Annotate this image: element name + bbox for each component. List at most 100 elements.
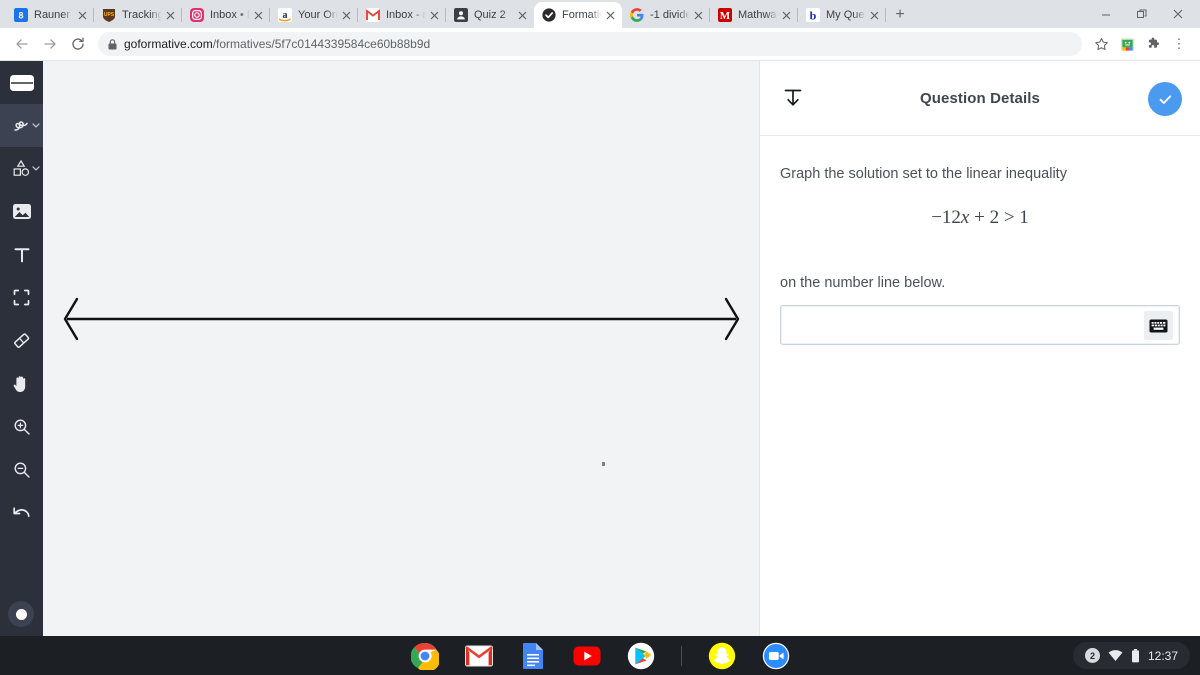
zoom-out-tool[interactable] <box>0 448 43 491</box>
bookmark-star-icon[interactable] <box>1088 31 1114 57</box>
play-store-app-icon[interactable] <box>627 642 655 675</box>
notification-count-badge[interactable]: 2 <box>1084 648 1100 663</box>
tab-title: Rauner Co <box>34 9 74 21</box>
new-tab-button[interactable]: + <box>886 2 914 28</box>
equation-rhs: 1 <box>1019 207 1029 229</box>
svg-text:a: a <box>283 10 288 21</box>
tab-title: Formative <box>562 9 602 21</box>
browser-tab[interactable]: Quiz 2 <box>446 2 534 28</box>
chevron-down-icon <box>32 164 40 173</box>
clock: 12:37 <box>1147 648 1178 663</box>
browser-tab[interactable]: M Mathway <box>710 2 798 28</box>
equation-coefficient: −12 <box>931 207 961 229</box>
maximize-window-button[interactable] <box>1124 0 1160 28</box>
tab-title: Your Orde <box>298 9 338 21</box>
forward-button[interactable] <box>36 30 64 58</box>
chrome-menu-icon[interactable]: ⋮ <box>1166 31 1192 57</box>
wifi-icon <box>1108 649 1123 662</box>
svg-text:M: M <box>720 10 731 22</box>
instagram-icon <box>190 8 204 22</box>
formative-icon <box>542 8 556 22</box>
question-panel-header: Question Details <box>760 61 1200 136</box>
browser-tab[interactable]: b My Questi <box>798 2 886 28</box>
submit-answer-button[interactable] <box>1148 82 1182 116</box>
question-details-panel: Question Details Graph the solution set … <box>760 61 1200 636</box>
close-tab-button[interactable] <box>250 7 266 23</box>
question-prompt-line-1: Graph the solution set to the linear ine… <box>780 166 1067 182</box>
undo-tool[interactable] <box>0 491 43 534</box>
number-line <box>63 297 740 341</box>
close-tab-button[interactable] <box>602 7 618 23</box>
chevron-down-icon <box>32 121 40 130</box>
collapse-down-icon[interactable] <box>780 85 806 111</box>
select-tool[interactable] <box>0 276 43 319</box>
browser-tab[interactable]: Formative <box>534 2 622 28</box>
mathway-icon: M <box>718 8 732 22</box>
answer-input-wrapper[interactable] <box>780 305 1180 346</box>
close-tab-button[interactable] <box>426 7 442 23</box>
close-tab-button[interactable] <box>778 7 794 23</box>
image-tool[interactable] <box>0 190 43 233</box>
tab-title: Quiz 2 <box>474 9 506 21</box>
gmail-icon <box>366 8 380 22</box>
equation-constant: 2 <box>989 207 1000 229</box>
snapchat-app-icon[interactable] <box>708 642 736 675</box>
close-tab-button[interactable] <box>74 7 90 23</box>
pan-hand-tool[interactable] <box>0 362 43 405</box>
text-tool[interactable] <box>0 233 43 276</box>
chromebook-screen: 8 Rauner Co UPS Tracking | Inbox • Di a Your O… <box>0 0 1200 675</box>
browser-tab[interactable]: 8 Rauner Co <box>6 2 94 28</box>
svg-text:UPS: UPS <box>104 12 115 18</box>
minimize-window-button[interactable] <box>1088 0 1124 28</box>
page-content: Question Details Graph the solution set … <box>0 61 1200 636</box>
close-tab-button[interactable] <box>690 7 706 23</box>
shelf-app-list <box>0 636 1200 675</box>
schoology-icon: 8 <box>14 8 28 22</box>
amazon-icon: a <box>278 8 292 22</box>
lock-icon <box>108 38 117 50</box>
browser-tab[interactable]: Inbox • Di <box>182 2 270 28</box>
url-domain: goformative.com <box>124 37 213 51</box>
close-tab-button[interactable] <box>338 7 354 23</box>
answer-input[interactable] <box>781 306 1179 345</box>
battery-icon <box>1131 648 1140 663</box>
chrome-app-icon[interactable] <box>410 642 439 675</box>
back-button[interactable] <box>8 30 36 58</box>
browser-tab[interactable]: -1 divided <box>622 2 710 28</box>
quiz-icon <box>454 8 468 22</box>
zoom-in-tool[interactable] <box>0 405 43 448</box>
close-tab-button[interactable] <box>514 7 530 23</box>
question-equation: −12x + 2 > 1 <box>780 207 1180 229</box>
math-keyboard-button[interactable] <box>1144 311 1173 341</box>
youtube-app-icon[interactable] <box>573 642 601 675</box>
close-tab-button[interactable] <box>162 7 178 23</box>
eraser-block-tool[interactable] <box>0 61 43 104</box>
browser-tab[interactable]: a Your Orde <box>270 2 358 28</box>
system-tray[interactable]: 2 12:37 <box>1072 642 1190 669</box>
reload-button[interactable] <box>64 30 92 58</box>
pen-tool[interactable] <box>0 104 43 147</box>
browser-tab-strip: 8 Rauner Co UPS Tracking | Inbox • Di a Your O… <box>0 0 1200 28</box>
close-tab-button[interactable] <box>866 7 882 23</box>
extension-green-icon[interactable] <box>1114 31 1140 57</box>
drawing-toolbar <box>0 61 43 636</box>
question-prompt-line-2: on the number line below. <box>780 275 946 292</box>
shelf-divider <box>680 645 682 666</box>
browser-toolbar: goformative.com/formatives/5f7c014433958… <box>0 28 1200 61</box>
equation-plus: + <box>974 207 985 229</box>
shapes-tool[interactable] <box>0 147 43 190</box>
canvas-cursor-dot <box>602 462 605 466</box>
close-window-button[interactable] <box>1160 0 1196 28</box>
extensions-puzzle-icon[interactable] <box>1140 31 1166 57</box>
svg-text:b: b <box>810 9 817 23</box>
eraser-tool[interactable] <box>0 319 43 362</box>
browser-tab[interactable]: Inbox - rb <box>358 2 446 28</box>
address-bar[interactable]: goformative.com/formatives/5f7c014433958… <box>98 32 1082 56</box>
equation-variable: x <box>960 207 970 229</box>
browser-tab[interactable]: UPS Tracking | <box>94 2 182 28</box>
zoom-app-icon[interactable] <box>762 642 790 675</box>
docs-app-icon[interactable] <box>519 642 547 675</box>
record-button[interactable] <box>8 601 34 627</box>
gmail-app-icon[interactable] <box>464 642 493 675</box>
drawing-canvas[interactable] <box>43 61 760 636</box>
